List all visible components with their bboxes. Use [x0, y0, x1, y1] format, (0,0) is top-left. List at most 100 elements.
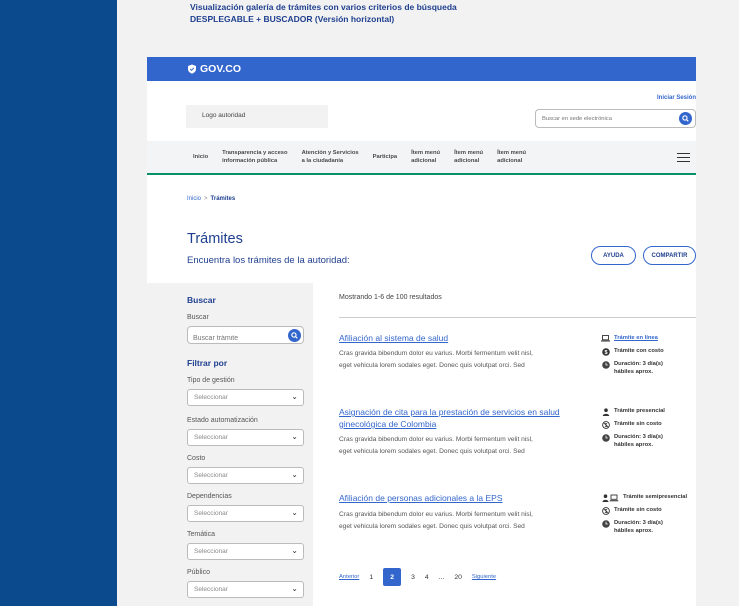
cost-info: $ Trámite sin costo [601, 506, 696, 515]
filter-select-publico[interactable]: Seleccionar ⌄ [187, 581, 304, 598]
duration-label: Duración: 3 día(s) hábiles aprox. [614, 434, 663, 448]
nav-item-transparencia[interactable]: Transparencia y acceso información públic… [222, 149, 287, 165]
procedure-search-input[interactable] [193, 335, 283, 342]
breadcrumb-separator: > [204, 196, 208, 202]
nav-item-adicional-2[interactable]: Ítem menú adicional [454, 149, 483, 165]
filter-label-tipo: Tipo de gestión [187, 377, 235, 384]
duration-info: Duración: 3 día(s) hábiles aprox. [601, 360, 696, 376]
filter-select-tematica[interactable]: Seleccionar ⌄ [187, 543, 304, 560]
document-note-line-1: Visualización galería de trámites con va… [190, 2, 457, 12]
nav-item-adicional-1[interactable]: Ítem menú adicional [411, 149, 440, 165]
filter-label-estado: Estado automatización [187, 417, 258, 424]
chevron-down-icon: ⌄ [291, 470, 298, 479]
clock-icon [601, 360, 610, 369]
result-description: Cras gravida bibendum dolor eu varius. M… [339, 511, 533, 530]
nav-item-adicional-3[interactable]: Ítem menú adicional [497, 149, 526, 165]
pagination-ellipsis: ... [438, 573, 445, 581]
breadcrumb: Inicio > Trámites [187, 196, 235, 202]
filter-label-costo: Costo [187, 455, 206, 462]
left-rail [0, 0, 117, 606]
document-note: Visualización galería de trámites con va… [190, 2, 610, 25]
svg-text:$: $ [604, 350, 607, 356]
govco-logo[interactable]: GOV.CO [187, 63, 241, 75]
duration-label: Duración: 3 día(s) hábiles aprox. [614, 520, 663, 534]
page-frame: GOV.CO Logo autoridad Iniciar Sesión Ini… [147, 57, 696, 606]
result-title[interactable]: Afiliación de personas adicionales a la … [339, 492, 594, 504]
chevron-down-icon: ⌄ [291, 584, 298, 593]
pagination-page[interactable]: 4 [425, 574, 429, 581]
result-meta: Trámite en línea $ Trámite con costo Dur… [601, 334, 696, 380]
breadcrumb-home[interactable]: Inicio [187, 196, 201, 202]
page-subtitle: Encuentra los trámites de la autoridad: [187, 255, 350, 266]
login-link[interactable]: Iniciar Sesión [657, 95, 696, 101]
chevron-down-icon: ⌄ [291, 432, 298, 441]
search-label: Buscar [187, 314, 209, 321]
person-laptop-icon [601, 493, 619, 502]
laptop-icon [601, 334, 610, 343]
result-title[interactable]: Asignación de cita para la prestación de… [339, 406, 594, 430]
document-note-line-2: DESPLEGABLE + BUSCADOR (Versión horizont… [190, 13, 395, 24]
cost-label: Trámite sin costo [614, 421, 662, 427]
pagination-prev[interactable]: Anterior [339, 574, 359, 580]
modality-label: Trámite semipresencial [623, 494, 688, 500]
site-search-button[interactable] [679, 112, 692, 125]
cost-label: Trámite con costo [614, 348, 664, 354]
result-description: Cras gravida bibendum dolor eu varius. M… [339, 350, 533, 369]
page-title: Trámites [187, 231, 243, 247]
filter-select-tipo[interactable]: Seleccionar ⌄ [187, 389, 304, 406]
result-description: Cras gravida bibendum dolor eu varius. M… [339, 436, 533, 455]
duration-info: Duración: 3 día(s) hábiles aprox. [601, 519, 696, 535]
main-nav: Inicio Transparencia y acceso información… [147, 141, 696, 175]
pagination-page[interactable]: 3 [411, 574, 415, 581]
breadcrumb-current: Trámites [210, 196, 236, 202]
cost-label: Trámite sin costo [614, 507, 662, 513]
cost-info: $ Trámite sin costo [601, 420, 696, 429]
pagination-page[interactable]: 1 [369, 574, 373, 581]
share-button[interactable]: COMPARTIR [643, 246, 696, 265]
filter-label-publico: Público [187, 569, 210, 576]
result-meta: Trámite semipresencial $ Trámite sin cos… [601, 493, 696, 539]
result-title[interactable]: Afiliación al sistema de salud [339, 332, 594, 344]
cost-info: $ Trámite con costo [601, 347, 696, 356]
search-heading: Buscar [187, 295, 216, 305]
no-cost-icon: $ [601, 420, 610, 429]
hamburger-menu-icon[interactable] [677, 153, 690, 162]
procedure-search [187, 326, 304, 344]
shield-icon [188, 64, 196, 74]
filter-select-dependencias[interactable]: Seleccionar ⌄ [187, 505, 304, 522]
clock-icon [601, 433, 610, 442]
search-icon [291, 332, 298, 339]
filter-select-costo[interactable]: Seleccionar ⌄ [187, 467, 304, 484]
pagination: Anterior 1 2 3 4 ... 20 Siguiente [339, 568, 496, 586]
filter-label-tematica: Temática [187, 531, 216, 538]
search-icon [682, 115, 689, 122]
filter-select-estado[interactable]: Seleccionar ⌄ [187, 429, 304, 446]
site-search-input[interactable] [542, 115, 667, 122]
nav-item-participa[interactable]: Participa [373, 153, 398, 161]
gov-top-bar: GOV.CO [147, 57, 696, 81]
chevron-down-icon: ⌄ [291, 546, 298, 555]
filter-label-dependencias: Dependencias [187, 493, 232, 500]
chevron-down-icon: ⌄ [291, 392, 298, 401]
filter-sidebar: Buscar Buscar Filtrar por Tipo de gestió… [147, 283, 313, 606]
pagination-page[interactable]: 20 [454, 574, 462, 581]
modality-info: Trámite semipresencial [601, 493, 696, 502]
pagination-next[interactable]: Siguiente [472, 574, 496, 580]
nav-item-atencion[interactable]: Atención y Servicios a la ciudadanía [302, 149, 359, 165]
duration-info: Duración: 3 día(s) hábiles aprox. [601, 433, 696, 449]
authority-logo[interactable]: Logo autoridad [186, 105, 328, 128]
results-count: Mostrando 1-6 de 100 resultados [339, 294, 442, 301]
help-button[interactable]: AYUDA [591, 246, 636, 265]
nav-item-inicio[interactable]: Inicio [193, 153, 208, 161]
no-cost-icon: $ [601, 506, 610, 515]
modality-link[interactable]: Trámite en línea [614, 334, 658, 342]
modality-label: Trámite presencial [614, 408, 665, 414]
filter-heading: Filtrar por [187, 358, 228, 368]
site-search [535, 109, 696, 128]
results-divider [339, 317, 696, 318]
person-icon [601, 407, 610, 416]
govco-logo-text: GOV.CO [200, 63, 242, 75]
procedure-search-button[interactable] [288, 329, 301, 342]
chevron-down-icon: ⌄ [291, 508, 298, 517]
pagination-page-current[interactable]: 2 [383, 568, 402, 586]
